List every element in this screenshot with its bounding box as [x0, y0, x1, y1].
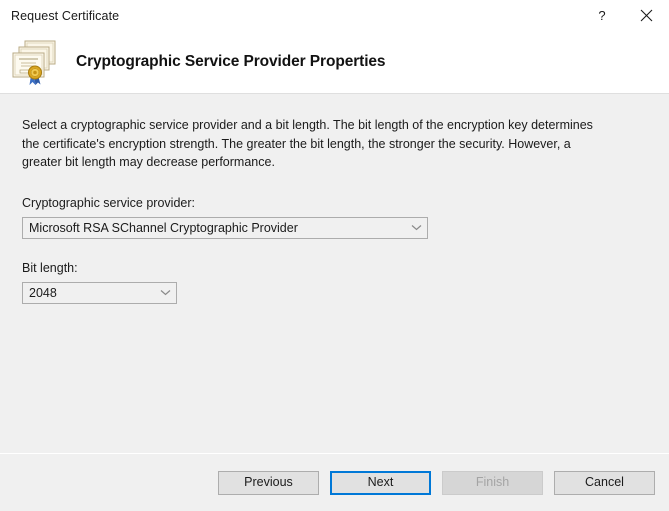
dialog-header: Cryptographic Service Provider Propertie…	[0, 31, 669, 94]
dialog-footer: Previous Next Finish Cancel	[0, 453, 669, 511]
certificates-stack-icon	[10, 38, 60, 86]
title-bar: Request Certificate ?	[0, 0, 669, 31]
dialog-content: Select a cryptographic service provider …	[0, 94, 669, 453]
next-button[interactable]: Next	[330, 471, 431, 495]
csp-label: Cryptographic service provider:	[22, 196, 647, 210]
help-button[interactable]: ?	[579, 0, 624, 31]
csp-selected-value: Microsoft RSA SChannel Cryptographic Pro…	[23, 221, 405, 235]
bitlength-field-group: Bit length: 2048	[22, 261, 647, 304]
bitlength-dropdown[interactable]: 2048	[22, 282, 177, 304]
window-controls: ?	[579, 0, 669, 31]
chevron-down-icon	[405, 224, 427, 231]
window-title: Request Certificate	[0, 9, 119, 23]
chevron-down-icon	[154, 289, 176, 296]
finish-button: Finish	[442, 471, 543, 495]
close-button[interactable]	[624, 0, 669, 31]
cancel-button[interactable]: Cancel	[554, 471, 655, 495]
description-text: Select a cryptographic service provider …	[22, 116, 600, 172]
bitlength-selected-value: 2048	[23, 286, 154, 300]
request-certificate-dialog: Request Certificate ?	[0, 0, 669, 511]
svg-text:?: ?	[598, 9, 605, 23]
csp-field-group: Cryptographic service provider: Microsof…	[22, 196, 647, 239]
csp-dropdown[interactable]: Microsoft RSA SChannel Cryptographic Pro…	[22, 217, 428, 239]
page-title: Cryptographic Service Provider Propertie…	[76, 53, 385, 71]
bitlength-label: Bit length:	[22, 261, 647, 275]
previous-button[interactable]: Previous	[218, 471, 319, 495]
close-icon	[640, 9, 653, 22]
question-mark-icon: ?	[595, 9, 609, 23]
